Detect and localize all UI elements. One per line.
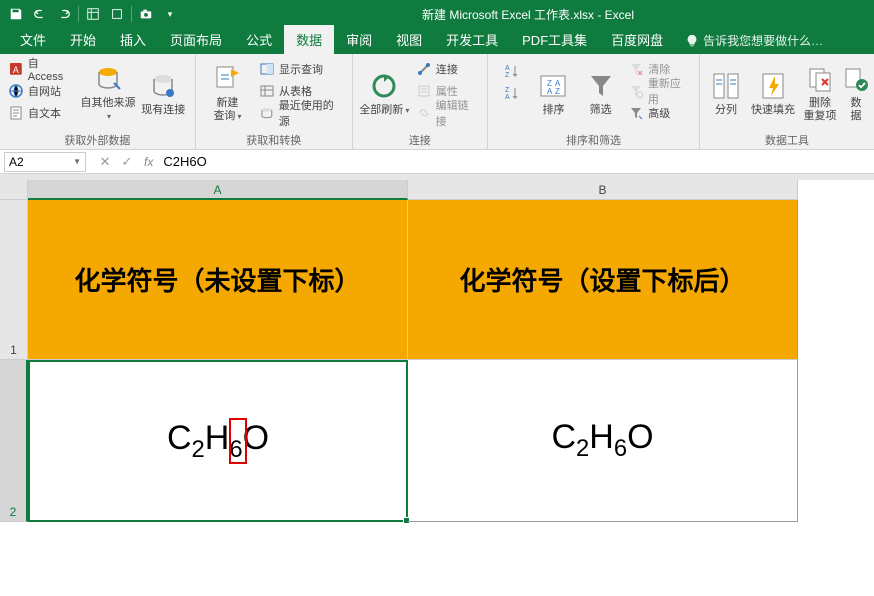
text-to-columns-button[interactable]: 分列 [704,56,748,130]
tab-formula[interactable]: 公式 [234,25,284,54]
cell-a1[interactable]: 化学符号（未设置下标） [28,200,408,360]
show-queries-button[interactable]: 显示查询 [255,58,348,80]
lightbulb-icon [685,34,699,48]
svg-text:Z: Z [555,87,560,96]
tab-layout[interactable]: 页面布局 [158,25,234,54]
svg-text:Z: Z [505,72,510,79]
from-access-button[interactable]: A自 Access [4,58,80,80]
chevron-down-icon[interactable]: ▼ [73,157,81,166]
svg-text:A: A [505,65,510,72]
flash-fill-button[interactable]: 快速填充 [748,56,798,130]
data-validation-button[interactable]: 数 据 [842,56,870,130]
svg-text:A: A [13,65,19,75]
formula-bar: A2▼ ✕ ✓ fx [0,150,874,174]
svg-text:A: A [505,94,510,101]
tab-review[interactable]: 审阅 [334,25,384,54]
qat-item-1[interactable] [81,2,105,26]
quick-access-toolbar: ▾ [0,2,182,26]
existing-conn-button[interactable]: 现有连接 [136,56,191,130]
sort-asc-button[interactable]: AZ [498,60,524,82]
ribbon: A自 Access 自网站 自文本 自其他来源▾ 现有连接 获取外部数据 新建 … [0,54,874,150]
tab-insert[interactable]: 插入 [108,25,158,54]
refresh-all-button[interactable]: 全部刷新▾ [357,56,412,130]
cancel-formula-button[interactable]: ✕ [94,154,116,170]
name-box[interactable]: A2▼ [4,152,86,172]
tab-file[interactable]: 文件 [8,25,58,54]
filter-button[interactable]: 筛选 [577,56,624,130]
sort-desc-button[interactable]: ZA [498,82,524,104]
remove-dup-button[interactable]: 删除 重复项 [798,56,842,130]
cell-a2-content: C2H6O [167,419,269,464]
recent-sources-button[interactable]: 最近使用的源 [255,102,348,124]
svg-text:Z: Z [505,87,510,94]
group-sort-filter: AZ ZA ZAAZ 排序 筛选 清除 重新应用 高级 排序和筛选 [488,54,700,149]
group-data-tools: 分列 快速填充 删除 重复项 数 据 数据工具 [700,54,874,149]
save-button[interactable] [4,2,28,26]
qat-item-2[interactable] [105,2,129,26]
col-header-b[interactable]: B [408,180,798,200]
row-header-1[interactable]: 1 [0,200,28,360]
title-bar: ▾ 新建 Microsoft Excel 工作表.xlsx - Excel [0,0,874,28]
ribbon-tabs: 文件 开始 插入 页面布局 公式 数据 审阅 视图 开发工具 PDF工具集 百度… [0,28,874,54]
cell-a2[interactable]: C2H6O [28,360,408,522]
new-query-button[interactable]: 新建 查询▾ [200,56,255,130]
accept-formula-button[interactable]: ✓ [116,154,138,170]
tab-pdf[interactable]: PDF工具集 [510,25,599,54]
group-get-transform: 新建 查询▾ 显示查询 从表格 最近使用的源 获取和转换 [196,54,353,149]
tab-baidu[interactable]: 百度网盘 [599,25,675,54]
cell-b2[interactable]: C2H6O [408,360,798,522]
from-web-button[interactable]: 自网站 [4,80,80,102]
fx-icon[interactable]: fx [144,155,153,169]
group-connections: 全部刷新▾ 连接 属性 编辑链接 连接 [353,54,488,149]
tab-dev[interactable]: 开发工具 [434,25,510,54]
group-get-external: A自 Access 自网站 自文本 自其他来源▾ 现有连接 获取外部数据 [0,54,196,149]
redo-button[interactable] [52,2,76,26]
formula-input[interactable] [159,154,874,169]
spreadsheet[interactable]: A B 1 化学符号（未设置下标） 化学符号（设置下标后） 2 C2H6O C2… [0,180,874,582]
connections-button[interactable]: 连接 [412,58,483,80]
col-header-a[interactable]: A [28,180,408,200]
reapply-button: 重新应用 [624,80,695,102]
qat-customize[interactable]: ▾ [158,2,182,26]
tab-home[interactable]: 开始 [58,25,108,54]
select-all-corner[interactable] [0,180,28,200]
from-text-button[interactable]: 自文本 [4,102,80,124]
window-title: 新建 Microsoft Excel 工作表.xlsx - Excel [182,6,874,23]
camera-icon[interactable] [134,2,158,26]
tab-view[interactable]: 视图 [384,25,434,54]
cell-b2-content: C2H6O [551,418,653,463]
svg-text:A: A [547,87,553,96]
from-other-button[interactable]: 自其他来源▾ [80,56,135,130]
tab-data[interactable]: 数据 [284,25,334,54]
undo-button[interactable] [28,2,52,26]
cell-b1[interactable]: 化学符号（设置下标后） [408,200,798,360]
sort-button[interactable]: ZAAZ 排序 [530,56,577,130]
tell-me-search[interactable]: 告诉我您想要做什么… [675,27,833,54]
row-header-2[interactable]: 2 [0,360,28,522]
edit-links-button: 编辑链接 [412,102,483,124]
